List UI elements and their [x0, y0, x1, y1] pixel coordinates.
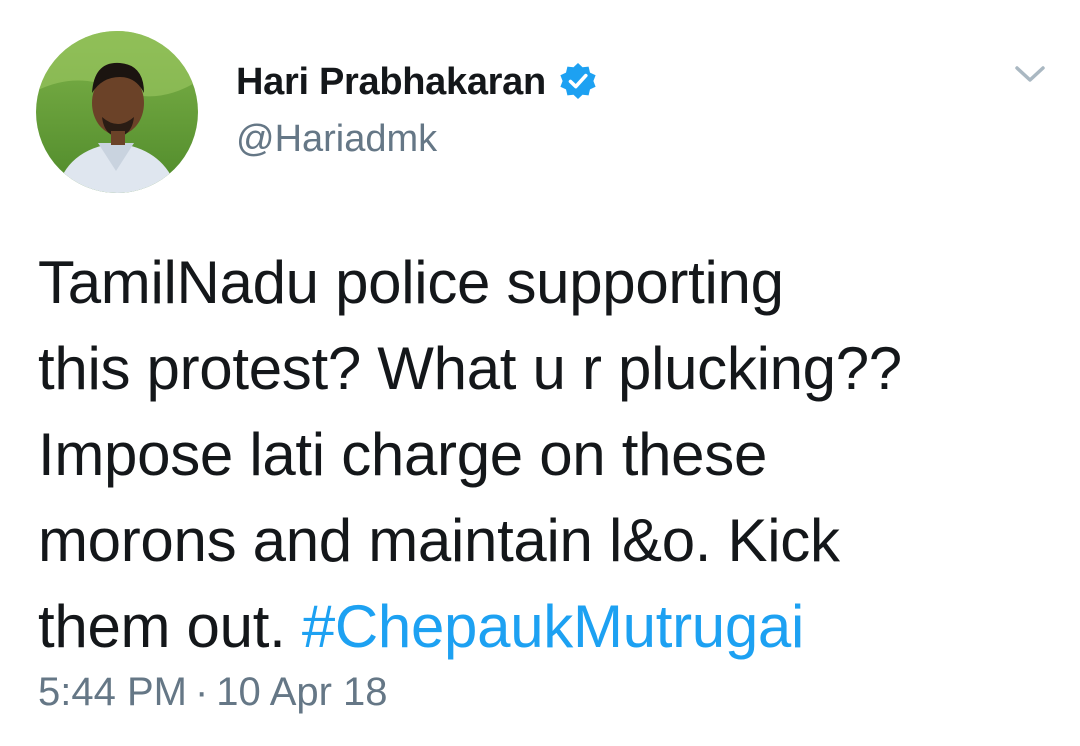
tweet-text-line: this protest? What u r plucking??	[38, 335, 902, 402]
tweet-text-fragment: them out.	[38, 593, 286, 660]
timestamp-separator: ·	[194, 670, 209, 714]
avatar[interactable]	[36, 31, 198, 193]
tweet-text-line: morons and maintain l&o. Kick	[38, 507, 840, 574]
author-handle[interactable]: @Hariadmk	[236, 118, 437, 161]
chevron-down-icon[interactable]	[1008, 56, 1052, 92]
tweet-text-line: Impose lati charge on these	[38, 421, 768, 488]
profile-photo-icon	[36, 31, 198, 193]
tweet-time: 5:44 PM	[38, 670, 187, 714]
tweet-card: Hari Prabhakaran @Hariadmk TamilNadu pol…	[0, 0, 1080, 746]
hashtag-link[interactable]: #ChepaukMutrugai	[302, 593, 804, 660]
timestamp[interactable]: 5:44 PM · 10 Apr 18	[38, 670, 388, 715]
author-name-row[interactable]: Hari Prabhakaran	[236, 57, 598, 107]
tweet-date: 10 Apr 18	[216, 670, 388, 714]
verified-badge-icon	[560, 63, 596, 99]
tweet-text-line: TamilNadu police supporting	[38, 249, 784, 316]
display-name[interactable]: Hari Prabhakaran	[236, 61, 546, 104]
tweet-text: TamilNadu police supporting this protest…	[38, 240, 1048, 670]
tweet-text-line-last: them out. #ChepaukMutrugai	[38, 584, 1048, 670]
